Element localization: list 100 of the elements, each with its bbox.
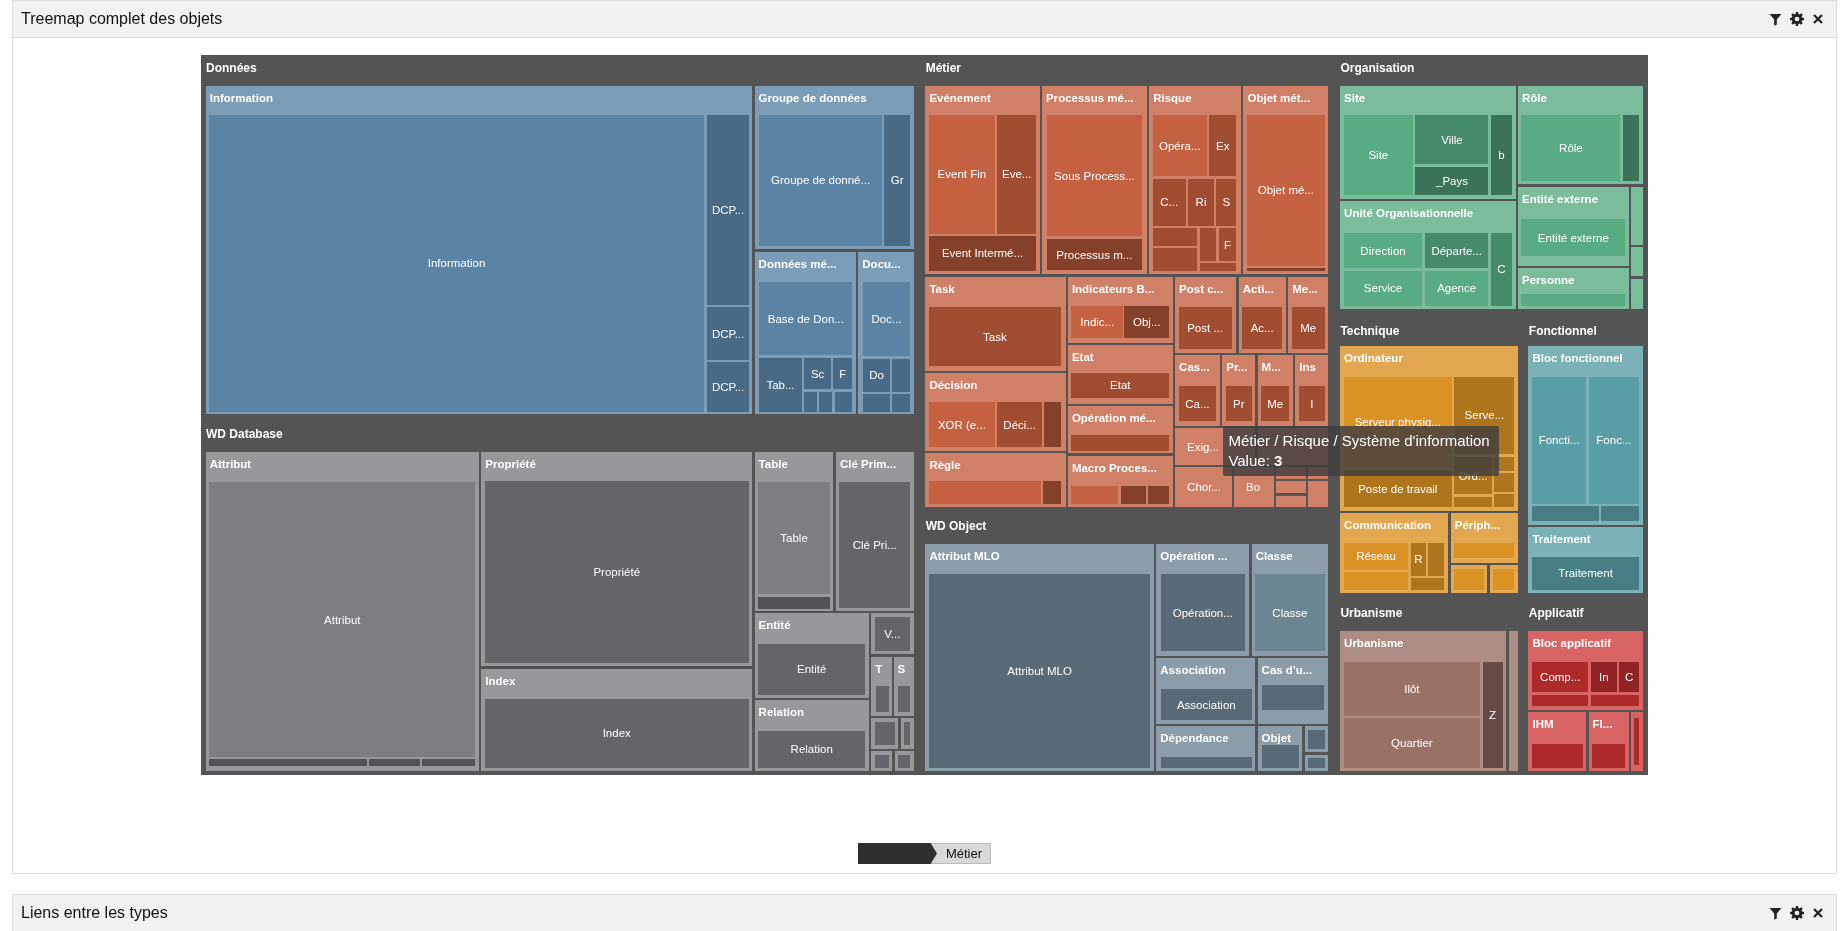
treemap-tile[interactable]: Chor... [1175,467,1232,508]
treemap-tile[interactable]: Me [1261,386,1290,422]
treemap-category[interactable]: Me... Me [1288,276,1329,354]
treemap-tile[interactable] [1631,278,1643,310]
treemap-tile[interactable]: Sous Process... [1046,115,1143,237]
treemap-category[interactable]: Macro Proces... [1067,455,1173,508]
treemap-category[interactable]: Site Site Ville _Pays b [1340,85,1516,199]
treemap-tile[interactable] [1532,694,1589,707]
treemap-category[interactable]: Propriété Propriété [481,451,753,667]
treemap-tile[interactable] [1276,481,1306,494]
treemap-tile[interactable] [1454,496,1493,508]
treemap-tile[interactable]: Post ... [1178,307,1232,350]
treemap-tile[interactable]: C... [1152,178,1186,226]
treemap-category[interactable]: Pr... Pr [1222,355,1256,427]
treemap-tile[interactable] [1592,744,1626,768]
breadcrumb-item[interactable]: Métier [930,843,992,864]
treemap-category[interactable]: IHM [1528,712,1587,772]
treemap-tile[interactable]: Opération... [1160,574,1245,651]
treemap-tile[interactable]: Tab... [759,357,802,412]
treemap-tile[interactable]: Event Fin [928,115,995,234]
treemap-tile[interactable]: Ex [1209,115,1237,177]
treemap-tile[interactable]: Information [209,115,704,412]
treemap-tile[interactable] [1276,495,1306,508]
treemap-tile[interactable]: Table [758,482,830,595]
treemap-tile[interactable] [1521,294,1626,306]
treemap-tile[interactable]: Attribut [209,482,476,757]
treemap-category[interactable]: Attribut MLO Attribut MLO [925,543,1154,772]
treemap-tile[interactable] [1071,435,1170,451]
treemap-tile[interactable] [1308,481,1329,508]
treemap-tile[interactable]: DCP... [707,362,749,412]
treemap-tile[interactable] [1147,486,1170,504]
treemap-tile[interactable] [758,596,830,609]
treemap-category[interactable]: Ins I [1295,355,1329,427]
treemap-tile[interactable]: Ca... [1178,386,1217,422]
treemap-tile[interactable]: Processus m... [1046,238,1143,271]
treemap-tile[interactable] [369,759,421,767]
treemap-tile[interactable] [1532,744,1583,768]
treemap-tile[interactable] [892,394,911,412]
treemap-category[interactable] [1631,712,1643,772]
treemap-tile[interactable] [1410,578,1444,590]
treemap-tile[interactable]: Déci... [997,402,1043,448]
treemap-tile[interactable]: Comp... [1532,661,1589,693]
treemap-category[interactable]: Traitement Traitement [1528,527,1643,594]
treemap-category[interactable]: Objet mét... Objet mé... [1243,85,1329,275]
treemap-tile[interactable]: Event Intermé... [928,236,1037,271]
treemap-tile[interactable] [1199,228,1217,262]
treemap-tile[interactable] [1631,247,1643,277]
treemap-tile[interactable]: Do [863,358,891,392]
treemap-category[interactable]: Index Index [481,668,753,772]
treemap-category[interactable]: Données mé... Base de Don... Tab... Sc F [754,251,856,415]
treemap-tile[interactable]: Me [1291,307,1325,350]
treemap-tile[interactable]: Ilôt [1343,661,1481,716]
treemap-tile[interactable] [804,391,818,412]
treemap-tile[interactable] [898,686,911,713]
treemap-category[interactable]: Etat Etat [1067,344,1173,404]
treemap-tile[interactable]: Index [484,699,749,768]
treemap-tile[interactable] [1152,228,1198,246]
treemap-tile[interactable]: Relation [758,731,866,768]
treemap-category[interactable]: Bloc applicatif Comp... In C [1528,631,1643,710]
treemap-category[interactable]: Décision XOR (e... Déci... [925,373,1066,451]
close-icon[interactable] [1812,907,1824,919]
treemap-tile[interactable] [819,391,833,412]
treemap-tile[interactable]: _Pays [1415,166,1489,196]
treemap-category[interactable]: Opération mé... [1067,406,1173,454]
filter-icon[interactable] [1769,906,1782,920]
treemap-tile[interactable] [1532,506,1600,522]
treemap-tile[interactable] [1634,718,1640,766]
treemap-tile[interactable] [1508,631,1518,772]
treemap-tile[interactable]: Gr [884,115,911,246]
treemap-tile[interactable] [1262,685,1324,710]
treemap-tile[interactable]: Propriété [484,481,749,663]
treemap-category[interactable]: Docu... Doc... Do [858,251,914,415]
treemap-category[interactable]: Post c... Post ... [1175,276,1237,354]
treemap-category[interactable]: Urbanisme Ilôt Quartier Z [1340,631,1507,772]
treemap-tile[interactable] [1454,542,1515,558]
treemap-tile[interactable] [422,759,476,767]
treemap-category[interactable]: Fl... [1588,712,1629,772]
treemap-tile[interactable] [904,721,911,746]
treemap-tile[interactable]: Etat [1071,373,1170,398]
treemap-category[interactable]: Cas... Ca... [1175,355,1220,427]
treemap-tile[interactable] [1601,506,1640,522]
treemap-tile[interactable]: F [833,357,853,390]
treemap-tile[interactable]: Task [928,307,1061,366]
filter-icon[interactable] [1769,12,1782,26]
treemap-tile[interactable]: b [1490,115,1513,196]
treemap-category[interactable]: Unité Organisationnelle Direction Départe... Service Agence C [1340,201,1516,310]
treemap-tile[interactable] [1631,186,1643,245]
treemap-tile[interactable]: Ri [1188,178,1214,226]
treemap-tile[interactable]: Opéra... [1152,115,1207,177]
close-icon[interactable] [1812,13,1824,25]
treemap-tile[interactable] [892,358,911,392]
treemap-tile[interactable] [1199,263,1237,271]
treemap-category[interactable]: Acti... Ac... [1238,276,1286,354]
treemap-tile[interactable]: Ville [1415,115,1489,165]
treemap-category[interactable]: Risque Opéra... Ex C... Ri S F [1149,85,1242,275]
treemap-tile[interactable] [1160,756,1252,768]
treemap-tile[interactable] [1262,745,1299,768]
treemap-tile[interactable]: C [1490,232,1513,306]
treemap-category[interactable]: Task Task [925,276,1066,371]
treemap-tile[interactable]: In [1590,661,1617,693]
